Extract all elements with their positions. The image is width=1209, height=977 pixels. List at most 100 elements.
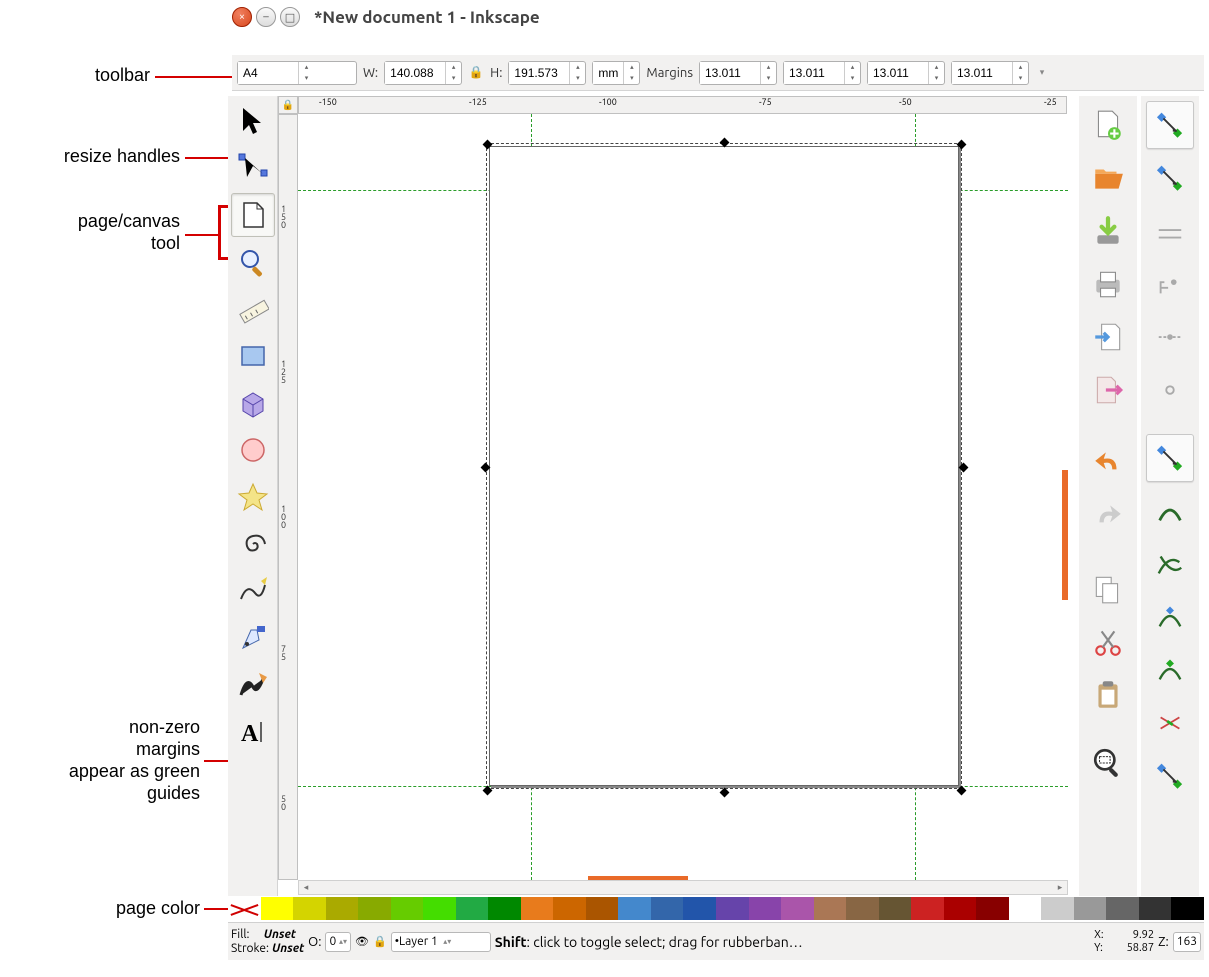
color-swatch[interactable] [553,897,586,920]
box3d-tool[interactable] [231,381,275,425]
height-field[interactable] [509,62,569,84]
snap-smooth-node[interactable] [1146,646,1194,694]
snap-bbox[interactable] [1146,154,1194,202]
margin-left-input[interactable]: ▴▾ [951,61,1029,85]
margin-top-input[interactable]: ▴▾ [699,61,777,85]
color-swatch[interactable] [651,897,684,920]
resize-handle-s[interactable] [720,788,730,798]
cut-button[interactable] [1084,618,1132,666]
color-swatch[interactable] [1041,897,1074,920]
export-button[interactable] [1084,366,1132,414]
spiral-tool[interactable] [231,522,275,566]
layer-selector[interactable]: •Layer 1 ▴▾ [391,932,491,952]
color-swatch[interactable] [781,897,814,920]
color-swatch[interactable] [846,897,879,920]
color-swatch[interactable] [456,897,489,920]
preset-stepper[interactable]: ▴▾ [298,62,314,84]
paste-button[interactable] [1084,671,1132,719]
color-swatch[interactable] [521,897,554,920]
color-swatch[interactable] [488,897,521,920]
zoom-selection-button[interactable] [1084,739,1132,787]
toolbar-overflow-icon[interactable]: ▾ [1035,67,1049,78]
window-close-button[interactable]: × [232,7,252,27]
circle-tool[interactable] [231,428,275,472]
color-swatch[interactable] [1009,897,1042,920]
horizontal-scrollbar[interactable]: ◂ ▸ [298,880,1068,895]
snap-object-center[interactable] [1146,752,1194,800]
width-input[interactable]: ▴▾ [384,61,462,85]
window-minimize-button[interactable]: – [256,7,276,27]
color-swatch[interactable] [976,897,1009,920]
new-document-button[interactable] [1084,101,1132,149]
vertical-ruler[interactable]: 150 125 100 75 50 [278,114,298,880]
snap-path[interactable] [1146,487,1194,535]
import-button[interactable] [1084,313,1132,361]
undo-button[interactable] [1084,439,1132,487]
color-swatch[interactable] [683,897,716,920]
lock-aspect-icon[interactable]: 🔒 [468,65,484,81]
margin-right-input[interactable]: ▴▾ [783,61,861,85]
color-swatch[interactable] [944,897,977,920]
pencil-tool[interactable] [231,569,275,613]
page-preset-input[interactable] [238,62,298,84]
layer-lock-icon[interactable]: 🔒 [373,935,387,948]
color-swatch[interactable] [358,897,391,920]
window-maximize-button[interactable]: □ [280,7,300,27]
snap-bbox-edge[interactable] [1146,207,1194,255]
resize-handle-se[interactable] [957,786,967,796]
layer-visibility-icon[interactable]: 👁 [355,935,369,948]
color-swatch[interactable] [716,897,749,920]
snap-bbox-midpoint[interactable] [1146,313,1194,361]
star-tool[interactable] [231,475,275,519]
snap-intersection[interactable] [1146,540,1194,588]
redo-button[interactable] [1084,492,1132,540]
selector-tool[interactable] [231,99,275,143]
text-tool[interactable]: A [231,710,275,754]
snap-cusp-node[interactable] [1146,593,1194,641]
swatch-none[interactable] [228,897,261,920]
color-swatch[interactable] [1106,897,1139,920]
color-swatch[interactable] [293,897,326,920]
snap-bbox-corner[interactable] [1146,260,1194,308]
snap-nodes[interactable] [1146,434,1194,482]
snap-toggle[interactable] [1146,101,1194,149]
color-swatch[interactable] [586,897,619,920]
page-tool[interactable] [231,193,275,237]
unit-combo[interactable]: ▴▾ [592,61,640,85]
color-swatch[interactable] [879,897,912,920]
color-swatch[interactable] [618,897,651,920]
color-swatch[interactable] [814,897,847,920]
scroll-right-arrow[interactable]: ▸ [1053,881,1067,894]
color-swatch[interactable] [1139,897,1172,920]
node-tool[interactable] [231,146,275,190]
measure-tool[interactable] [231,287,275,331]
opacity-input[interactable]: 0 ▴▾ [325,932,351,952]
fill-stroke-indicator[interactable]: Fill: Unset Stroke:Unset [231,928,304,956]
ruler-origin-lock[interactable]: 🔒 [278,96,298,114]
snap-line-midpoint[interactable] [1146,699,1194,747]
calligraphy-tool[interactable] [231,663,275,707]
snap-bbox-center[interactable] [1146,366,1194,414]
canvas[interactable] [298,114,1068,880]
rectangle-tool[interactable] [231,334,275,378]
zoom-input[interactable]: 163 [1173,932,1201,952]
open-document-button[interactable] [1084,154,1132,202]
color-swatch[interactable] [911,897,944,920]
zoom-tool[interactable] [231,240,275,284]
color-swatch[interactable] [326,897,359,920]
copy-button[interactable] [1084,565,1132,613]
print-button[interactable] [1084,260,1132,308]
horizontal-ruler[interactable]: -150 -125 -100 -75 -50 -25 [298,96,1067,114]
color-swatch[interactable] [1074,897,1107,920]
color-swatch[interactable] [1171,897,1204,920]
margin-bottom-input[interactable]: ▴▾ [867,61,945,85]
width-field[interactable] [385,62,445,84]
color-swatch[interactable] [749,897,782,920]
save-button[interactable] [1084,207,1132,255]
height-input[interactable]: ▴▾ [508,61,586,85]
pen-tool[interactable] [231,616,275,660]
page-preset-combo[interactable]: ▴▾ [237,61,357,85]
color-swatch[interactable] [423,897,456,920]
unit-field[interactable] [593,62,623,84]
color-swatch[interactable] [261,897,294,920]
